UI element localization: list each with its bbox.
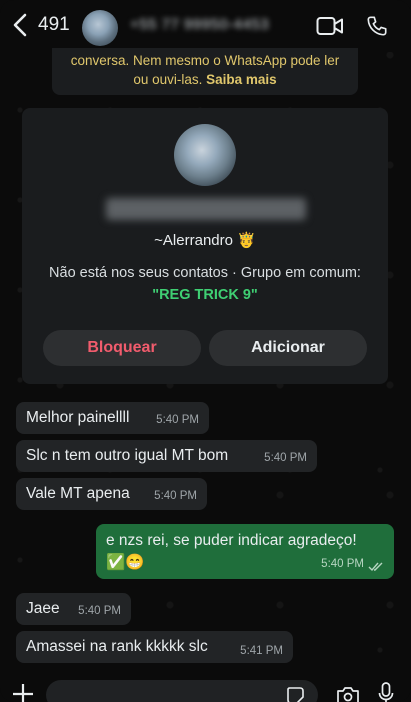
unknown-contact-card: +55 77 99950-4453 ~Alerrandro 🤴 Não está… — [22, 108, 388, 384]
learn-more-link[interactable]: Saiba mais — [206, 72, 277, 87]
message-text: Slc n tem outro igual MT bom — [26, 447, 229, 464]
sticker-icon[interactable] — [286, 686, 306, 702]
message-time: 5:40 PM — [321, 558, 364, 570]
block-button[interactable]: Bloquear — [43, 330, 201, 366]
encryption-notice[interactable]: conversa. Nem mesmo o WhatsApp pode ler … — [52, 48, 358, 95]
message-text: Jaee — [26, 600, 60, 617]
add-contact-button[interactable]: Adicionar — [209, 330, 367, 366]
microphone-icon[interactable] — [378, 682, 394, 702]
message-time: 5:40 PM — [78, 605, 121, 617]
message-input[interactable] — [46, 680, 318, 702]
composer-bar — [0, 672, 411, 702]
message-text: Melhor painellll — [26, 409, 130, 426]
notice-line-2: ou ouvi-las. — [133, 72, 207, 87]
message-time: 5:40 PM — [154, 490, 197, 502]
message-bubble-in[interactable]: Amassei na rank kkkkk slc 5:41 PM — [16, 631, 293, 663]
chat-screen: 491 +55 77 99950-4453 conversa. Nem mesm… — [0, 0, 411, 702]
phone-call-icon[interactable] — [366, 14, 388, 38]
notice-line-1: conversa. Nem mesmo o WhatsApp pode ler — [70, 53, 340, 68]
chat-header: 491 +55 77 99950-4453 — [0, 0, 411, 52]
message-time: 5:40 PM — [264, 452, 307, 464]
message-time: 5:40 PM — [156, 414, 199, 426]
contact-name: ~Alerrandro 🤴 — [154, 232, 256, 249]
message-text: e nzs rei, se puder indicar agradeço! — [106, 532, 357, 549]
message-bubble-out[interactable]: e nzs rei, se puder indicar agradeço! ✅😁… — [96, 524, 394, 579]
message-emoji: ✅😁 — [106, 554, 145, 571]
message-bubble-in[interactable]: Slc n tem outro igual MT bom 5:40 PM — [16, 440, 317, 472]
message-bubble-in[interactable]: Vale MT apena 5:40 PM — [16, 478, 207, 510]
common-group-name[interactable]: "REG TRICK 9" — [152, 287, 258, 303]
message-time: 5:41 PM — [240, 645, 283, 657]
contact-info: Não está nos seus contatos · Grupo em co… — [22, 262, 388, 306]
contact-phone[interactable]: +55 77 99950-4453 — [130, 16, 269, 33]
unread-count: 491 — [38, 14, 70, 35]
chevron-left-icon — [13, 13, 27, 37]
back-button[interactable]: 491 — [10, 12, 70, 38]
message-bubble-in[interactable]: Jaee 5:40 PM — [16, 593, 131, 625]
contact-avatar[interactable] — [82, 10, 118, 46]
video-call-icon[interactable] — [316, 15, 344, 37]
message-bubble-in[interactable]: Melhor painellll 5:40 PM — [16, 402, 209, 434]
plus-icon[interactable] — [12, 682, 34, 702]
contact-info-line: Não está nos seus contatos · Grupo em co… — [49, 265, 361, 281]
message-text: Amassei na rank kkkkk slc — [26, 638, 208, 655]
card-phone-number: +55 77 99950-4453 — [106, 198, 306, 220]
contact-avatar-large[interactable] — [174, 124, 236, 186]
message-text: Vale MT apena — [26, 485, 130, 502]
read-receipt-icon — [368, 562, 383, 572]
camera-icon[interactable] — [336, 686, 360, 702]
